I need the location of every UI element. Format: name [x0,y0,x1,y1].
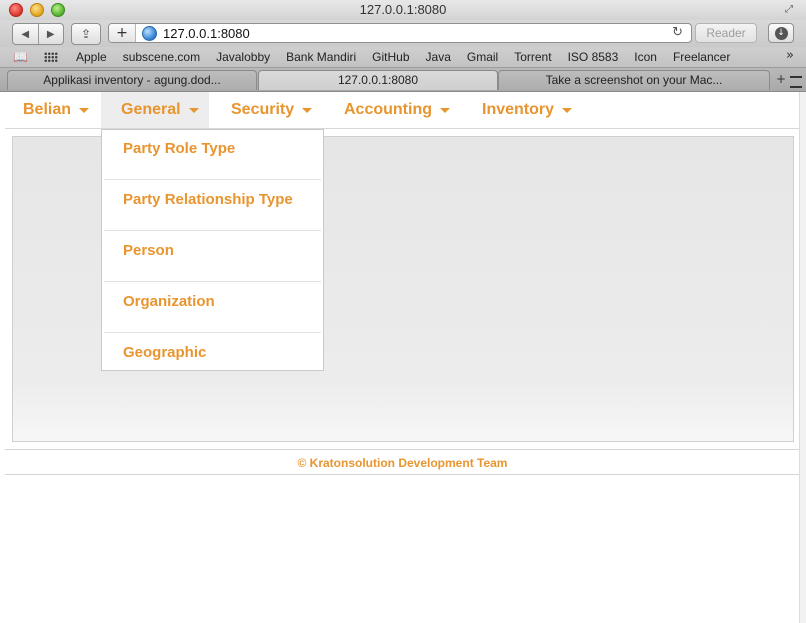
address-bar[interactable]: + 127.0.0.1:8080 ↻ [108,23,692,43]
title-bar: 127.0.0.1:8080 ⤢ [0,0,806,20]
tab-screenshot-mac[interactable]: Take a screenshot on your Mac... [498,70,770,90]
top-navigation: Belian General Security Accounting Inven… [5,92,800,129]
new-tab-icon[interactable]: + [776,72,786,86]
reading-list-icon[interactable]: 📖 [13,50,28,64]
nav-label: Security [231,101,295,118]
bookmarks-bar: 📖 Apple subscene.com Javalobby Bank Mand… [0,47,806,68]
tab-bar: Applikasi inventory - agung.dod... 127.0… [0,68,806,92]
nav-label: General [121,101,181,118]
download-icon: ↓ [774,26,788,40]
bookmark-item[interactable]: Apple [68,50,115,64]
bookmark-item[interactable]: ISO 8583 [560,50,627,64]
nav-label: Inventory [482,101,555,118]
caret-down-icon [440,107,450,113]
page-scroll-edge [799,92,806,623]
bookmark-item[interactable]: GitHub [364,50,417,64]
menu-item-party-relationship-type[interactable]: Party Relationship Type [104,181,321,231]
bookmark-item[interactable]: Java [418,50,459,64]
nav-label: Belian [23,101,72,118]
nav-security[interactable]: Security [225,92,318,128]
general-dropdown-menu: Party Role Type Party Relationship Type … [101,129,324,371]
nav-button-group: ◀ ▶ [12,23,64,45]
nav-belian[interactable]: Belian [17,92,95,128]
window-title: 127.0.0.1:8080 [359,2,447,17]
caret-down-icon [79,107,90,113]
nav-general[interactable]: General [101,92,209,128]
caret-down-icon [562,107,573,113]
fullscreen-icon[interactable]: ⤢ [785,4,796,15]
browser-toolbar: ◀ ▶ ⇪ + 127.0.0.1:8080 ↻ Reader ↓ [0,20,806,47]
tab-localhost[interactable]: 127.0.0.1:8080 [258,70,498,90]
footer-divider [5,449,800,450]
back-arrow-icon[interactable]: ◀ [13,24,38,44]
tab-list-icon[interactable] [790,76,802,88]
bookmark-item[interactable]: Javalobby [208,50,278,64]
menu-item-organization[interactable]: Organization [104,283,321,333]
web-page: Belian General Security Accounting Inven… [0,92,806,623]
bookmark-item[interactable]: Bank Mandiri [278,50,364,64]
bookmarks-overflow-button[interactable]: » [786,48,794,63]
bookmark-item[interactable]: Gmail [459,50,506,64]
bookmark-item[interactable]: Torrent [506,50,559,64]
url-text[interactable]: 127.0.0.1:8080 [163,26,250,41]
bookmark-item[interactable]: subscene.com [115,50,208,64]
plus-icon[interactable]: + [109,24,136,42]
menu-item-geographic[interactable]: Geographic [104,334,321,384]
menu-item-person[interactable]: Person [104,232,321,282]
reader-button[interactable]: Reader [695,23,757,43]
bookmark-item[interactable]: Freelancer [665,50,738,64]
caret-down-icon [188,107,199,113]
nav-accounting[interactable]: Accounting [338,92,456,128]
bookmark-item[interactable]: Icon [626,50,665,64]
reload-icon[interactable]: ↻ [672,25,683,40]
menu-item-party-role-type[interactable]: Party Role Type [104,130,321,180]
footer: © Kratonsolution Development Team [5,452,800,475]
downloads-button[interactable]: ↓ [768,23,794,43]
bookmark-items: Apple subscene.com Javalobby Bank Mandir… [68,50,738,64]
share-icon[interactable]: ⇪ [71,23,101,45]
globe-icon [142,26,157,41]
tab-applikasi-inventory[interactable]: Applikasi inventory - agung.dod... [7,70,257,90]
nav-inventory[interactable]: Inventory [476,92,578,128]
nav-label: Accounting [344,101,432,118]
top-sites-grid-icon[interactable] [44,52,58,62]
browser-window: 127.0.0.1:8080 ⤢ ◀ ▶ ⇪ + 127.0.0.1:8080 … [0,0,806,623]
forward-arrow-icon[interactable]: ▶ [37,24,64,44]
caret-down-icon [302,107,313,113]
